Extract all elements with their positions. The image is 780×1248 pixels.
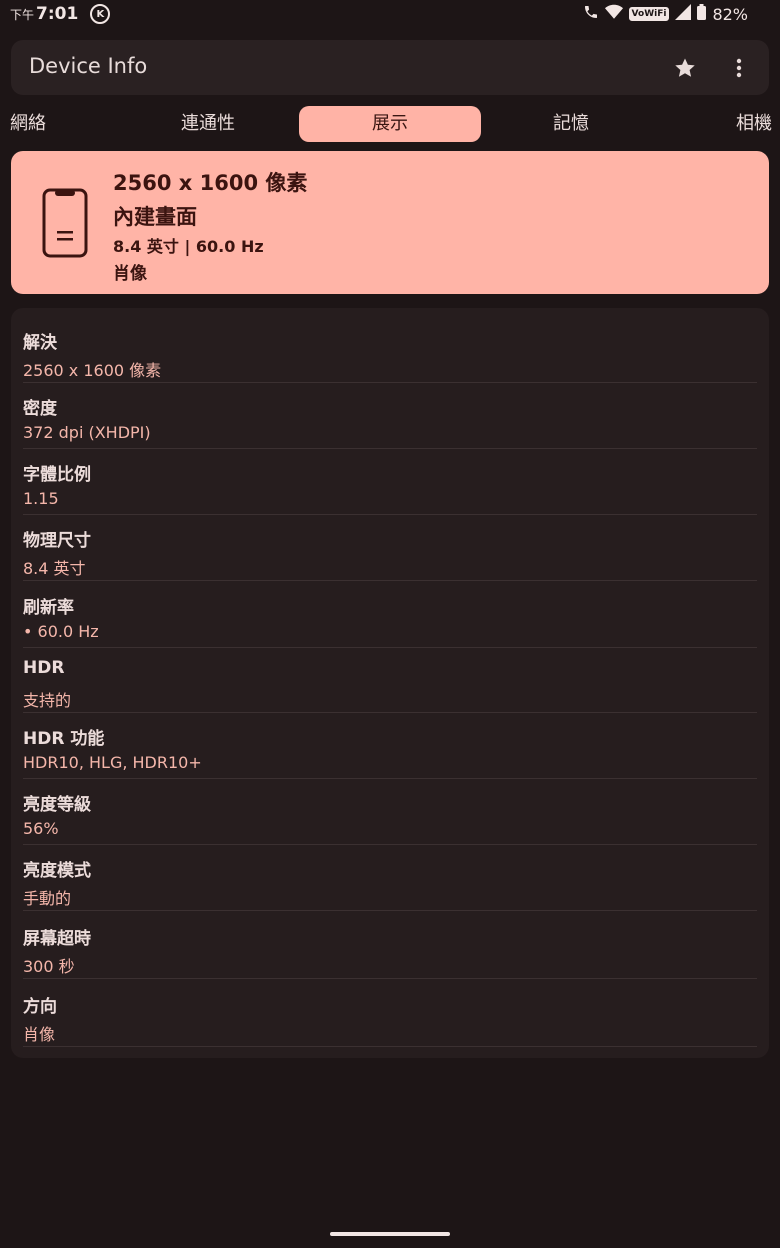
display-summary-card: 2560 x 1600 像素 內建畫面 8.4 英寸 | 60.0 Hz 肖像 — [11, 151, 769, 294]
list-item-value: 8.4 英寸 — [23, 559, 86, 578]
list-item-value: 支持的 — [23, 691, 72, 710]
app-title: Device Info — [29, 54, 148, 78]
hero-orientation: 肖像 — [113, 264, 147, 284]
phone-icon — [41, 187, 89, 259]
wifi-icon — [604, 4, 623, 24]
list-item-resolution: 解決 2560 x 1600 像素 — [23, 315, 757, 383]
tab-bar: 網絡 連通性 展示 記憶 相機 — [0, 104, 780, 144]
list-item-physical-size: 物理尺寸 8.4 英寸 — [23, 513, 757, 581]
battery-percent: 82% — [712, 4, 748, 24]
battery-icon — [697, 4, 707, 24]
hero-spec: 8.4 英寸 | 60.0 Hz — [113, 237, 264, 256]
list-item-label: 字體比例 — [23, 465, 91, 485]
list-item-label: 刷新率 — [23, 598, 74, 618]
call-icon — [583, 4, 599, 24]
hero-resolution: 2560 x 1600 像素 — [113, 171, 308, 195]
list-item-screen-timeout: 屏幕超時 300 秒 — [23, 911, 757, 979]
list-item-font-scale: 字體比例 1.15 — [23, 447, 757, 515]
list-item-value: 56% — [23, 819, 59, 838]
more-vert-icon[interactable] — [727, 56, 751, 80]
tab-network[interactable]: 網絡 — [0, 106, 70, 142]
list-item-brightness-level: 亮度等級 56% — [23, 777, 757, 845]
list-item-value: • 60.0 Hz — [23, 622, 99, 641]
list-item-value: 手動的 — [23, 889, 72, 908]
list-item-value: HDR10, HLG, HDR10+ — [23, 753, 202, 772]
list-item-value: 1.15 — [23, 489, 59, 508]
list-item-refresh-rate: 刷新率 • 60.0 Hz — [23, 580, 757, 648]
status-bar: 下午 7:01 K VoWiFi 82% — [0, 0, 780, 30]
status-time: 7:01 — [36, 4, 79, 24]
k-badge-icon: K — [90, 4, 111, 24]
list-item-label: 亮度等級 — [23, 795, 91, 815]
star-icon[interactable] — [673, 56, 697, 80]
display-info-list: 解決 2560 x 1600 像素 密度 372 dpi (XHDPI) 字體比… — [11, 308, 769, 1058]
vowifi-badge: VoWiFi — [628, 7, 670, 21]
tab-display[interactable]: 展示 — [299, 106, 481, 142]
list-item-density: 密度 372 dpi (XHDPI) — [23, 381, 757, 449]
hero-display-name: 內建畫面 — [113, 205, 197, 229]
list-item-label: 亮度模式 — [23, 861, 91, 881]
list-item-brightness-mode: 亮度模式 手動的 — [23, 843, 757, 911]
list-item-label: 物理尺寸 — [23, 531, 91, 551]
list-item-label: 屏幕超時 — [23, 929, 91, 949]
tab-connectivity[interactable]: 連通性 — [148, 106, 268, 142]
list-item-value: 肖像 — [23, 1025, 56, 1044]
app-bar: Device Info — [11, 40, 769, 95]
gesture-navigation-bar[interactable] — [330, 1232, 450, 1236]
signal-icon — [675, 4, 692, 24]
list-item-value: 300 秒 — [23, 957, 75, 976]
list-item-hdr-capabilities: HDR 功能 HDR10, HLG, HDR10+ — [23, 711, 757, 779]
tab-camera[interactable]: 相機 — [712, 106, 772, 142]
list-item-label: 密度 — [23, 399, 57, 419]
list-item-label: HDR 功能 — [23, 729, 105, 749]
list-item-hdr: HDR 支持的 — [23, 645, 757, 713]
list-item-orientation: 方向 肖像 — [23, 979, 757, 1047]
list-item-label: 解決 — [23, 333, 57, 353]
status-ampm: 下午 — [10, 7, 35, 22]
list-item-value: 372 dpi (XHDPI) — [23, 423, 151, 442]
list-item-label: 方向 — [23, 997, 57, 1017]
tab-memory[interactable]: 記憶 — [511, 106, 631, 142]
list-item-label: HDR — [23, 658, 65, 678]
list-item-value: 2560 x 1600 像素 — [23, 361, 162, 380]
